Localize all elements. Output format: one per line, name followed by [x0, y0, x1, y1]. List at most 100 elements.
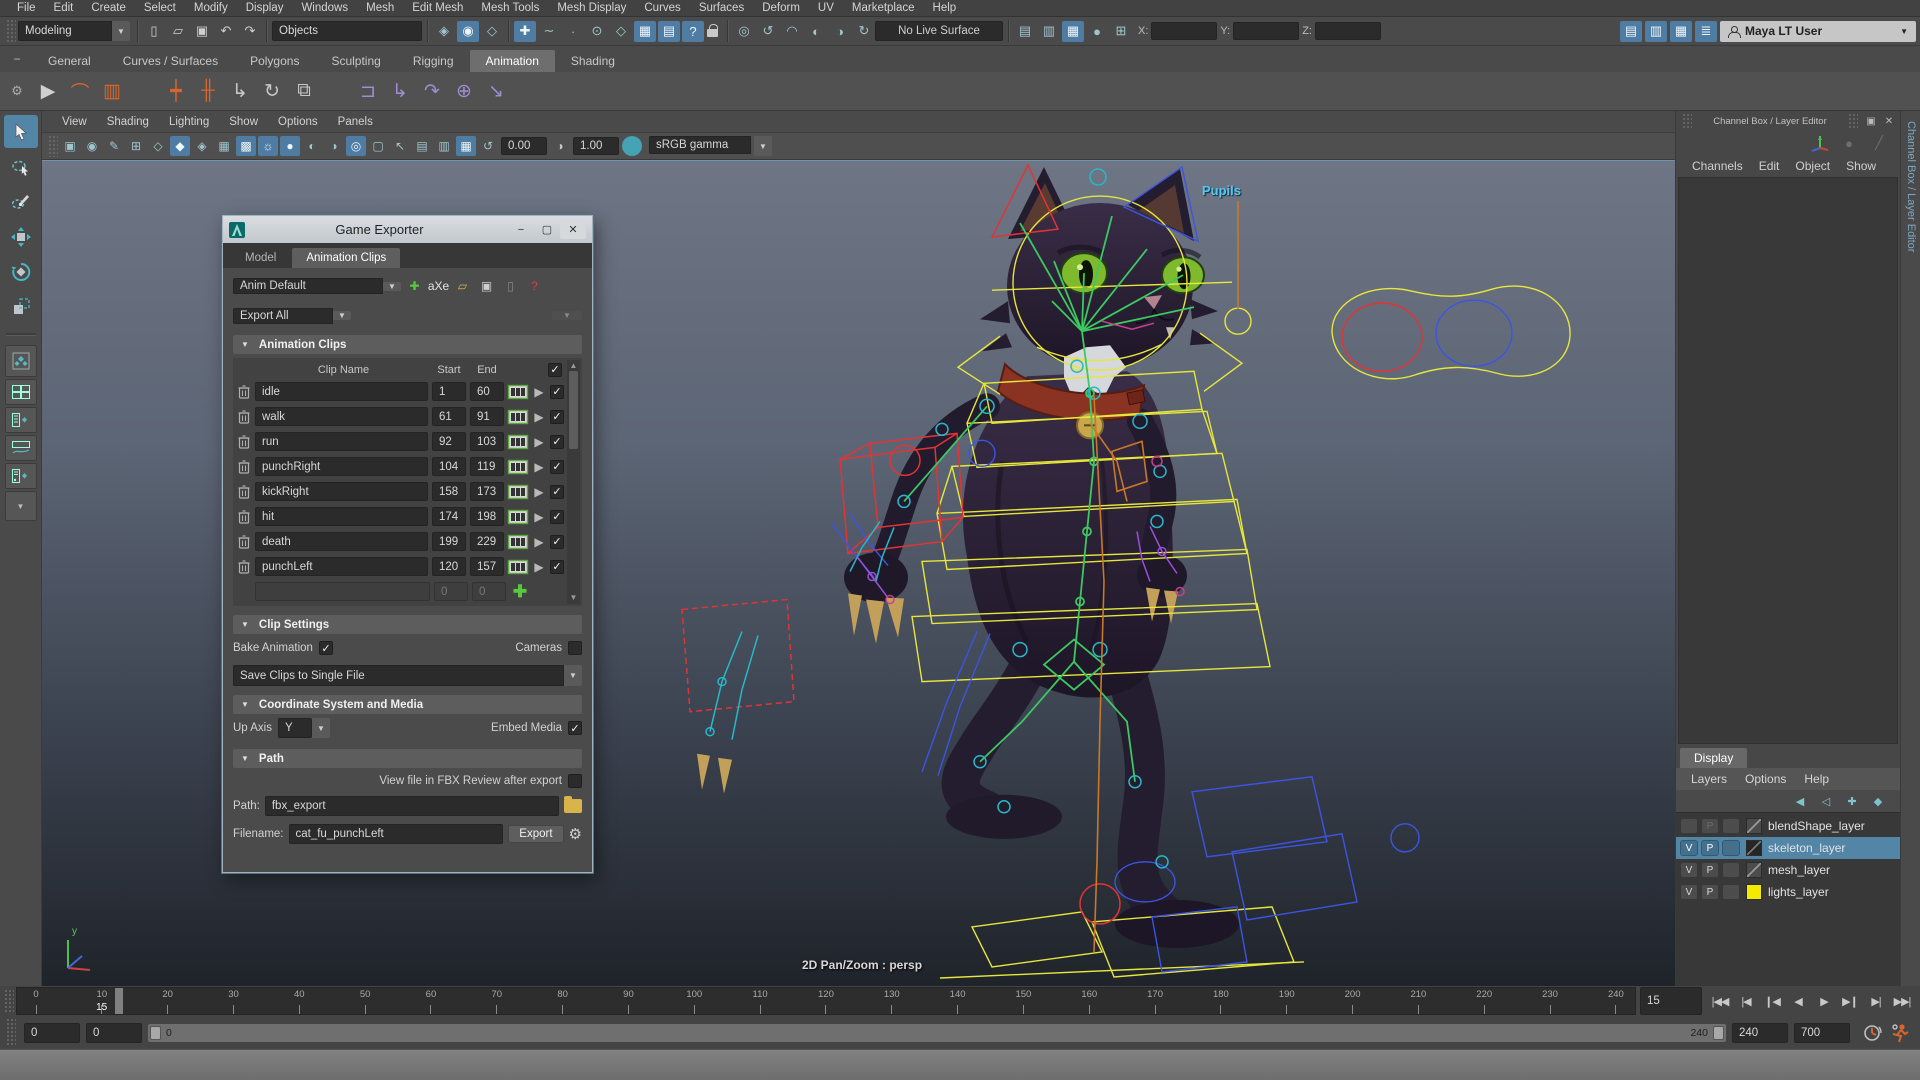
clip-start-input[interactable]: 120 [432, 557, 466, 576]
delete-clip-icon[interactable] [237, 384, 251, 399]
auto-keyframe-icon[interactable] [1890, 1023, 1910, 1043]
menubar-item[interactable]: Marketplace [843, 2, 924, 14]
time-tick[interactable]: 30 [220, 988, 246, 1014]
shelf-tab[interactable]: Curves / Surfaces [107, 50, 234, 72]
clip-range-icon[interactable] [507, 384, 529, 399]
time-tick[interactable]: 60 [418, 988, 444, 1014]
bookmark-icon[interactable]: ✎ [104, 136, 124, 156]
move-layer-down-icon[interactable]: ◁ [1818, 793, 1834, 809]
time-tick[interactable]: 50 [352, 988, 378, 1014]
lighting-icon[interactable]: ☼ [258, 136, 278, 156]
current-frame-marker[interactable] [115, 988, 124, 1014]
menubar-item[interactable]: Create [82, 2, 135, 14]
clip-name-input[interactable]: run [255, 432, 428, 451]
time-tick[interactable]: 120 [813, 988, 839, 1014]
delete-clip-icon[interactable] [237, 484, 251, 499]
rangeslider-grip[interactable] [6, 1018, 16, 1047]
select-camera-icon[interactable]: ▣ [60, 136, 80, 156]
snap-to-projected-center-icon[interactable]: ⊙ [586, 21, 608, 42]
x-input[interactable] [1151, 22, 1218, 40]
play-clip-icon[interactable]: ▶ [532, 460, 546, 474]
aim-constraint-icon[interactable]: ⊕ [448, 75, 480, 107]
lock-selection-icon[interactable] [704, 22, 722, 40]
layer-color-swatch[interactable] [1746, 818, 1762, 834]
time-tick[interactable]: 70 [484, 988, 510, 1014]
layer-display-toggle[interactable] [1722, 862, 1740, 878]
clip-name-input[interactable]: idle [255, 382, 428, 401]
clip-range-icon[interactable] [507, 434, 529, 449]
exposure-input[interactable]: 0.00 [501, 137, 547, 155]
clip-export-checkbox[interactable]: ✓ [550, 409, 564, 424]
construction-history-icon[interactable]: ◎ [733, 21, 755, 42]
section-coordinate-system[interactable]: ▼ Coordinate System and Media [233, 695, 582, 714]
time-tick[interactable]: 160 [1076, 988, 1102, 1014]
layer-playback-toggle[interactable]: P [1701, 840, 1719, 856]
gamma-icon[interactable]: ◑ [550, 136, 570, 156]
workspace-anim-icon[interactable]: ▥ [1645, 20, 1667, 42]
reflection-icon[interactable]: ↻ [853, 21, 875, 42]
rebuild-icon[interactable]: ↺ [757, 21, 779, 42]
layer-color-swatch[interactable] [1746, 840, 1762, 856]
menubar-item[interactable]: Mesh [357, 2, 403, 14]
playback-end-input[interactable]: 240 [1732, 1022, 1788, 1043]
pane-single-icon[interactable]: ▤ [412, 136, 432, 156]
make-live-icon[interactable]: ▦ [634, 20, 656, 42]
clip-range-icon[interactable] [507, 509, 529, 524]
chevron-down-icon[interactable]: ▼ [564, 665, 582, 686]
clip-name-input[interactable]: punchRight [255, 457, 428, 476]
tab-display[interactable]: Display [1680, 748, 1748, 768]
chevron-down-icon[interactable]: ▼ [383, 281, 401, 291]
playback-range-bar[interactable]: 0 240 [148, 1023, 1726, 1042]
multisample-icon[interactable]: ◎ [346, 136, 366, 156]
clip-export-checkbox[interactable]: ✓ [550, 534, 564, 549]
wireframe-icon[interactable]: ◇ [148, 136, 168, 156]
panel-menu-item[interactable]: Lighting [159, 116, 219, 128]
menubar-item[interactable]: Edit [45, 2, 83, 14]
channelbox-menu-item[interactable]: Edit [1751, 159, 1788, 173]
layer-color-swatch[interactable] [1746, 884, 1762, 900]
delete-clip-icon[interactable] [237, 434, 251, 449]
graph-editor-icon[interactable]: ▥ [96, 75, 128, 107]
divider[interactable] [128, 75, 160, 107]
maximize-button[interactable]: ▢ [534, 220, 560, 239]
new-layer-selected-icon[interactable]: ◆ [1870, 793, 1886, 809]
layer-name[interactable]: blendShape_layer [1768, 819, 1865, 833]
close-button[interactable]: ✕ [560, 220, 586, 239]
clip-end-input[interactable]: 91 [470, 407, 504, 426]
shaded-icon[interactable]: ◆ [170, 136, 190, 156]
clip-export-checkbox[interactable]: ✓ [550, 509, 564, 524]
menubar-item[interactable]: Modify [185, 2, 237, 14]
clip-export-checkbox[interactable]: ✓ [550, 559, 564, 574]
play-clip-icon[interactable]: ▶ [532, 435, 546, 449]
layer-row-lights[interactable]: V P lights_layer [1676, 881, 1900, 903]
curve-precision-icon[interactable]: ◠ [781, 21, 803, 42]
set-driven-key-icon[interactable]: ⌒ [64, 75, 96, 107]
new-clip-end-input[interactable]: 0 [472, 582, 506, 601]
path-input[interactable]: fbx_export [264, 796, 559, 816]
pole-vector-icon[interactable]: ↘ [480, 75, 512, 107]
paint-select-tool[interactable] [4, 185, 38, 218]
layout-four-pane-button[interactable] [4, 379, 37, 405]
isolate-select-icon[interactable]: ↖ [390, 136, 410, 156]
clip-export-checkbox[interactable]: ✓ [550, 384, 564, 399]
layer-playback-toggle[interactable]: P [1701, 884, 1719, 900]
shelf-tab[interactable]: Animation [469, 50, 555, 72]
up-axis-dropdown[interactable]: Y ▼ [278, 718, 330, 738]
layout-outliner-pane-button[interactable] [4, 407, 37, 433]
clip-start-input[interactable]: 199 [432, 532, 466, 551]
step-back-frame-button[interactable]: |◀ [1734, 989, 1758, 1013]
new-preset-icon[interactable]: ✚ [404, 276, 425, 296]
clip-name-input[interactable]: punchLeft [255, 557, 428, 576]
clip-name-input[interactable]: hit [255, 507, 428, 526]
menubar-item[interactable]: Mesh Display [548, 2, 635, 14]
menubar-item[interactable]: File [8, 2, 45, 14]
clip-end-input[interactable]: 60 [470, 382, 504, 401]
play-forwards-button[interactable]: ▶ [1812, 989, 1836, 1013]
clip-range-icon[interactable] [507, 534, 529, 549]
export-settings-gear-icon[interactable]: ⚙ [569, 825, 582, 843]
menuset-dropdown[interactable]: Modeling ▼ [18, 21, 130, 41]
delete-preset-icon[interactable]: ▯ [500, 276, 521, 296]
clip-range-icon[interactable] [507, 409, 529, 424]
depth-peel-icon[interactable]: ▢ [368, 136, 388, 156]
clip-end-input[interactable]: 229 [470, 532, 504, 551]
